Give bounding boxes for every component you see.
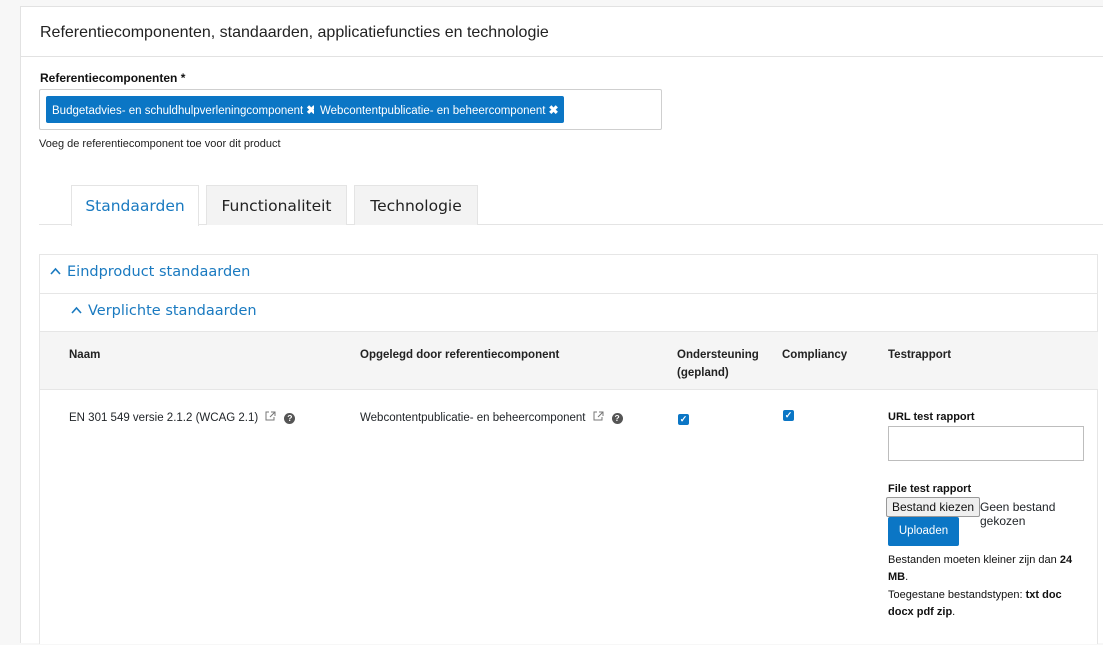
file-status: Geen bestand gekozen [980, 500, 1056, 528]
reference-components-select[interactable]: Budgetadvies- en schuldhulpverleningcomp… [39, 89, 662, 130]
accordion-eindproduct-header[interactable]: Eindproduct standaarden [40, 255, 1097, 294]
header-compliancy: Compliancy [782, 349, 848, 361]
url-report-label: URL test rapport [888, 411, 975, 423]
standard-name-link[interactable]: EN 301 549 versie 2.1.2 (WCAG 2.1) [69, 412, 258, 424]
types-note: Toegestane bestandstypen: txt doc docx p… [888, 587, 1088, 621]
tag-budgetadvies: Budgetadvies- en schuldhulpverleningcomp… [46, 96, 322, 123]
compliancy-checkbox[interactable]: ✓ [783, 410, 794, 421]
size-note: Bestanden moeten kleiner zijn dan 24 MB. [888, 552, 1088, 586]
header-ondersteuning-line2: (gepland) [677, 367, 729, 379]
support-checkbox[interactable]: ✓ [678, 414, 689, 425]
choose-file-button[interactable]: Bestand kiezen [886, 497, 981, 517]
chevron-up-icon [50, 264, 61, 278]
size-note-prefix: Bestanden moeten kleiner zijn dan [888, 554, 1060, 566]
accordion-verplicht-header[interactable]: Verplichte standaarden [40, 294, 1097, 332]
header-opgelegd: Opgelegd door referentiecomponent [360, 349, 560, 361]
table-row: EN 301 549 versie 2.1.2 (WCAG 2.1) ? Web… [40, 390, 1098, 645]
size-note-suffix: . [905, 571, 909, 583]
help-icon[interactable]: ? [284, 413, 296, 424]
tag-label: Budgetadvies- en schuldhulpverleningcomp… [52, 105, 304, 117]
file-report-label: File test rapport [888, 483, 972, 495]
tab-bar: Standaarden Functionaliteit Technologie [39, 185, 1103, 226]
reference-components-label: Referentiecomponenten * [40, 71, 186, 85]
types-note-prefix: Toegestane bestandstypen: [888, 589, 1026, 601]
accordion-title: Eindproduct standaarden [67, 264, 251, 280]
tab-standaarden[interactable]: Standaarden [71, 185, 199, 226]
remove-tag-icon[interactable]: ✖ [548, 103, 558, 117]
types-note-suffix: . [952, 606, 956, 618]
header-ondersteuning-line1: Ondersteuning [677, 349, 759, 361]
url-report-input[interactable] [888, 426, 1084, 461]
external-link-icon[interactable] [589, 411, 606, 424]
tag-webcontent: Webcontentpublicatie- en beheercomponent… [314, 96, 564, 123]
upload-button[interactable]: Uploaden [888, 517, 959, 546]
standard-name-cell: EN 301 549 versie 2.1.2 (WCAG 2.1) ? [69, 411, 296, 424]
reference-hint: Voeg de referentiecomponent toe voor dit… [39, 138, 281, 150]
tab-technologie[interactable]: Technologie [354, 185, 478, 225]
tag-label: Webcontentpublicatie- en beheercomponent [320, 105, 546, 117]
accordion-title: Verplichte standaarden [88, 303, 257, 319]
imposed-by-link[interactable]: Webcontentpublicatie- en beheercomponent [360, 412, 585, 424]
reference-panel: Referentiecomponenten, standaarden, appl… [20, 6, 1103, 644]
panel-title: Referentiecomponenten, standaarden, appl… [21, 7, 1103, 57]
tab-functionaliteit[interactable]: Functionaliteit [206, 185, 347, 225]
chevron-up-icon [71, 303, 82, 317]
external-link-icon[interactable] [262, 411, 279, 424]
help-icon[interactable]: ? [611, 413, 623, 424]
header-ondersteuning: Ondersteuning (gepland) [677, 346, 759, 382]
header-testrapport: Testrapport [888, 349, 952, 361]
imposed-by-cell: Webcontentpublicatie- en beheercomponent… [360, 411, 623, 424]
accordion-eindproduct: Eindproduct standaarden Verplichte stand… [39, 254, 1098, 644]
table-header: Naam Opgelegd door referentiecomponent O… [40, 332, 1098, 390]
header-naam: Naam [69, 349, 101, 361]
